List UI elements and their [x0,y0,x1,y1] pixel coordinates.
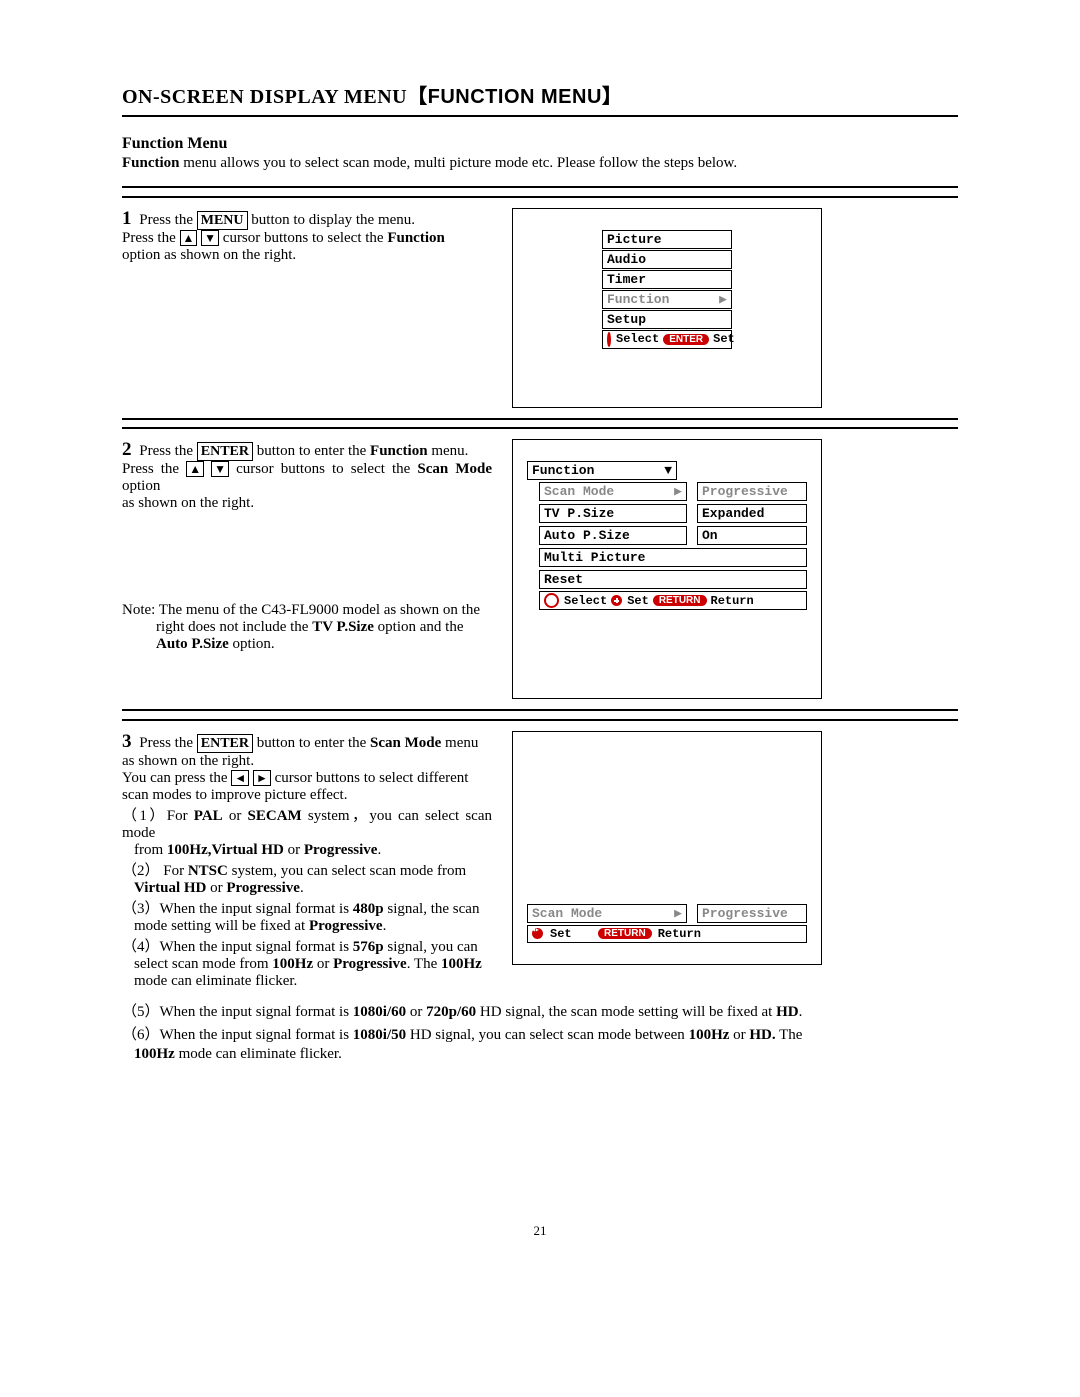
select-icon [544,593,559,608]
title-bracket: 【FUNCTION MENU】 [407,86,622,108]
left-arrow-key: ◄ [231,770,249,786]
divider [122,196,958,198]
step-number: 1 [122,208,132,229]
osd-item-selected: Scan Mode▶ [527,904,687,923]
step-number: 3 [122,731,132,752]
step-2: 2 Press the ENTER button to enter the Fu… [122,439,958,699]
up-arrow-key: ▲ [186,461,204,477]
step-1: 1 Press the MENU button to display the m… [122,208,958,408]
enter-pill: ENTER [663,334,709,345]
select-icon [607,332,611,347]
down-arrow-key: ▼ [201,230,219,246]
osd-value: Progressive [697,482,807,501]
page-title: ON-SCREEN DISPLAY MENU【FUNCTION MENU】 [122,80,958,109]
osd-value: Expanded [697,504,807,523]
title-left: ON-SCREEN DISPLAY MENU [122,86,407,108]
osd-value: Progressive [697,904,807,923]
step-2-text: 2 Press the ENTER button to enter the Fu… [122,439,512,653]
document-page: ON-SCREEN DISPLAY MENU【FUNCTION MENU】 Fu… [0,0,1080,1279]
intro-text: Function menu allows you to select scan … [122,155,958,172]
osd-title: Function▼ [527,461,677,480]
step-1-text: 1 Press the MENU button to display the m… [122,208,512,264]
down-arrow-icon: ▼ [664,463,672,478]
osd-item: Setup [602,310,732,329]
osd-item: Auto P.Size [539,526,687,545]
intro-rest: menu allows you to select scan mode, mul… [180,155,738,171]
right-arrow-icon: ▶ [719,292,727,307]
osd-figure-1: Picture Audio Timer Function▶ Setup Sele… [512,208,822,408]
key-enter: ENTER [197,734,253,753]
step-2-note: Note: The menu of the C43-FL9000 model a… [122,602,492,653]
osd-figure-3: Scan Mode▶ Progressive Set RETURNReturn [512,731,822,965]
down-arrow-key: ▼ [211,461,229,477]
osd-item-selected: Scan Mode▶ [539,482,687,501]
page-number: 21 [122,1223,958,1239]
osd-hint: Select Set RETURNReturn [539,591,807,610]
osd-hint: Select ENTERSet [602,330,732,349]
up-arrow-key: ▲ [180,230,198,246]
intro-bold: Function [122,155,180,171]
return-pill: RETURN [653,595,707,606]
right-arrow-key: ► [253,770,271,786]
right-arrow-icon: ▶ [674,484,682,499]
osd-item: Audio [602,250,732,269]
step-number: 2 [122,439,132,460]
osd-value: On [697,526,807,545]
divider [122,709,958,711]
divider [122,418,958,420]
step-3: 3 Press the ENTER button to enter the Sc… [122,731,958,990]
key-enter: ENTER [197,442,253,461]
osd-item-selected: Function▶ [602,290,732,309]
leftright-icon [532,928,543,939]
divider [122,186,958,188]
osd-figure-2: Function▼ Scan Mode▶ Progressive TV P.Siz… [512,439,822,699]
divider [122,427,958,429]
osd-item: Multi Picture [539,548,807,567]
return-pill: RETURN [598,928,652,939]
right-arrow-icon: ▶ [674,906,682,921]
set-icon [611,595,622,606]
key-menu: MENU [197,211,248,230]
divider [122,115,958,117]
osd-item: Picture [602,230,732,249]
osd-item: Timer [602,270,732,289]
divider [122,719,958,721]
osd-item: Reset [539,570,807,589]
step-3-text: 3 Press the ENTER button to enter the Sc… [122,731,512,990]
osd-item: TV P.Size [539,504,687,523]
step-3-continued: （5）When the input signal format is 1080i… [122,1000,958,1063]
section-subtitle: Function Menu [122,135,958,153]
osd-hint: Set RETURNReturn [527,925,807,943]
